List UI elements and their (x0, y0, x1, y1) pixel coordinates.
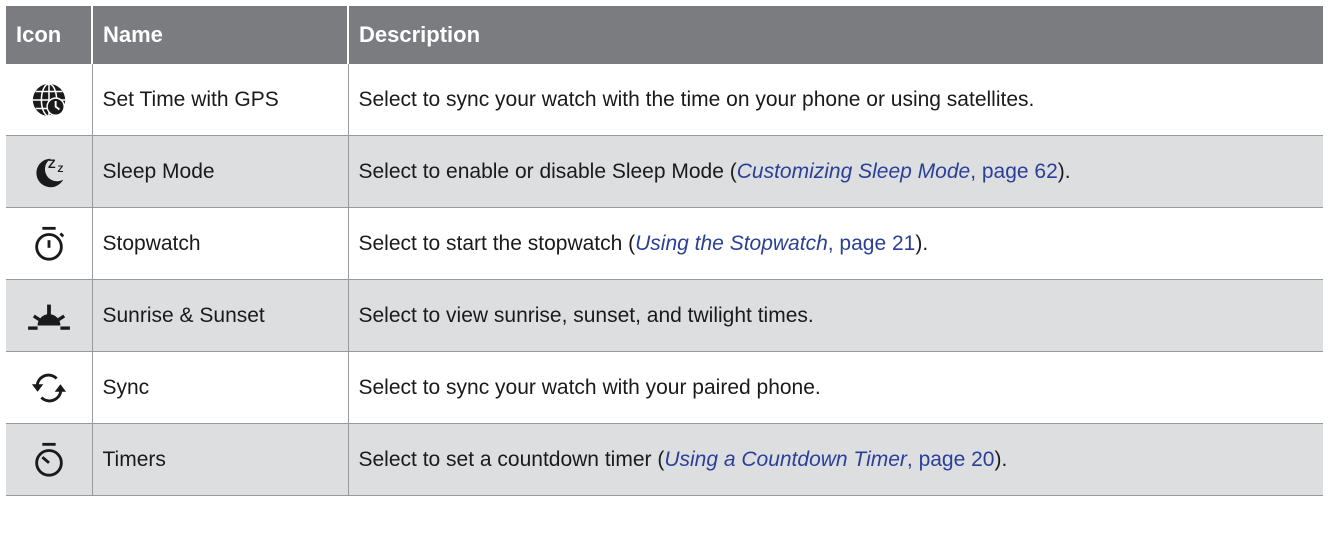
name-cell: Set Time with GPS (92, 64, 349, 136)
table-row: Stopwatch Select to start the stopwatch … (6, 207, 1323, 280)
reference-page[interactable]: , page 62 (970, 160, 1058, 183)
name-cell: Sync (92, 351, 349, 424)
header-icon: Icon (6, 6, 93, 64)
table-row: Sync Select to sync your watch with your… (6, 351, 1323, 424)
page-reference-link[interactable]: Using the Stopwatch, page 21 (635, 232, 915, 255)
description-cell: Select to enable or disable Sleep Mode (… (348, 135, 1323, 208)
icon-cell (6, 64, 93, 136)
header-description: Description (348, 6, 1323, 64)
name-cell: Sleep Mode (92, 135, 349, 208)
icon-cell (6, 207, 93, 280)
stopwatch-icon (34, 226, 65, 261)
controls-table: Icon Name Description Set Time with GPS … (6, 6, 1323, 496)
description-text: Select to set a countdown timer ( (358, 447, 665, 471)
description-text-end: ). (994, 447, 1008, 471)
description-cell: Select to sync your watch with the time … (348, 64, 1323, 136)
description-cell: Select to set a countdown timer (Using a… (348, 423, 1323, 496)
svg-text:Z: Z (57, 164, 63, 175)
reference-title[interactable]: Using a Countdown Timer (664, 448, 907, 471)
icon-cell (6, 423, 93, 496)
name-cell: Sunrise & Sunset (92, 279, 349, 352)
sync-icon (31, 373, 66, 402)
icon-cell (6, 279, 93, 352)
name-cell: Stopwatch (92, 207, 349, 280)
reference-page[interactable]: , page 20 (907, 448, 995, 471)
page-reference-link[interactable]: Using a Countdown Timer, page 20 (664, 448, 994, 471)
controls-table-container: Icon Name Description Set Time with GPS … (6, 6, 1323, 496)
reference-page[interactable]: , page 21 (828, 232, 916, 255)
sunrise-icon (27, 304, 70, 330)
description-text: Select to sync your watch with the time … (358, 87, 1035, 111)
reference-title[interactable]: Customizing Sleep Mode (737, 160, 970, 183)
page-reference-link[interactable]: Customizing Sleep Mode, page 62 (737, 160, 1058, 183)
table-row: Timers Select to set a countdown timer (… (6, 423, 1323, 496)
icon-cell: Z Z (6, 135, 93, 208)
table-header-row: Icon Name Description (6, 6, 1323, 64)
description-text-end: ). (1057, 159, 1071, 183)
description-cell: Select to start the stopwatch (Using the… (348, 207, 1323, 280)
description-cell: Select to view sunrise, sunset, and twil… (348, 279, 1323, 352)
name-cell: Timers (92, 423, 349, 496)
description-cell: Select to sync your watch with your pair… (348, 351, 1323, 424)
table-row: Z Z Sleep Mode Select to enable or disab… (6, 135, 1323, 208)
timer-icon (34, 442, 63, 477)
header-name: Name (92, 6, 349, 64)
table-row: Set Time with GPS Select to sync your wa… (6, 64, 1323, 136)
description-text: Select to view sunrise, sunset, and twil… (358, 303, 814, 327)
reference-title[interactable]: Using the Stopwatch (635, 232, 828, 255)
table-row: Sunrise & Sunset Select to view sunrise,… (6, 279, 1323, 352)
globe-clock-icon (32, 82, 65, 117)
description-text: Select to start the stopwatch ( (358, 231, 636, 255)
svg-text:Z: Z (48, 157, 56, 171)
description-text: Select to enable or disable Sleep Mode ( (358, 159, 737, 183)
icon-cell (6, 351, 93, 424)
description-text-end: ). (915, 231, 929, 255)
description-text: Select to sync your watch with your pair… (358, 375, 821, 399)
moon-zz-icon: Z Z (36, 157, 63, 187)
